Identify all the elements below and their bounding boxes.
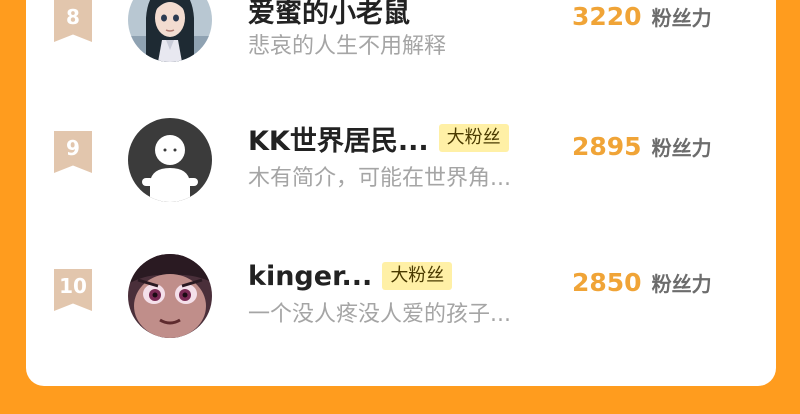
rank-ribbon: 9 [54,131,92,173]
ranking-card: 8 爱蜜的小老鼠 悲哀的人生不用解释 3220 粉丝力 9 KK世界居民... … [26,0,776,386]
user-name[interactable]: KK世界居民... [248,119,429,158]
big-fan-badge: 大粉丝 [438,124,509,152]
rank-ribbon: 10 [54,269,92,311]
ranking-row[interactable]: 9 KK世界居民... 大粉丝 木有简介，可能在世界角... 2895 粉丝力 [26,112,776,212]
user-name[interactable]: 爱蜜的小老鼠 [248,0,410,30]
fan-power-count: 2895 [572,132,642,161]
rank-ribbon: 8 [54,0,92,42]
ranking-row[interactable]: 10 kinger... 大粉丝 一个没人疼没人爱的孩子... 2850 粉丝力 [26,250,776,350]
fan-power-count: 2850 [572,268,642,297]
user-name[interactable]: kinger... [248,261,372,292]
fan-power-label: 粉丝力 [651,6,712,30]
fan-power-label: 粉丝力 [651,272,712,296]
fan-power-count: 3220 [572,2,642,31]
user-bio: 一个没人疼没人爱的孩子... [248,302,511,327]
fan-power-label: 粉丝力 [651,136,712,160]
user-bio: 木有简介，可能在世界角... [248,166,511,191]
user-bio: 悲哀的人生不用解释 [248,34,447,59]
anime-girl-avatar-icon[interactable] [128,0,212,62]
ranking-row[interactable]: 8 爱蜜的小老鼠 悲哀的人生不用解释 3220 粉丝力 [26,0,776,80]
anime-boy-avatar-icon[interactable] [128,254,212,338]
ranking-page-frame: 8 爱蜜的小老鼠 悲哀的人生不用解释 3220 粉丝力 9 KK世界居民... … [0,0,800,414]
big-fan-badge: 大粉丝 [382,262,453,290]
default-user-avatar-icon[interactable] [128,118,212,202]
